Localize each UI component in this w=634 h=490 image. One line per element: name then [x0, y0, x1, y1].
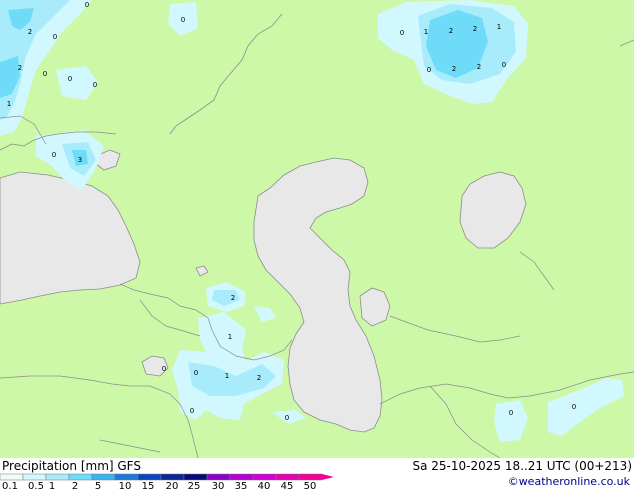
legend-tick-label: 30: [212, 481, 225, 490]
precip-value: 3: [78, 156, 82, 164]
legend-swatch: [137, 473, 162, 481]
precip-value: 0: [162, 365, 166, 373]
legend-swatch: [0, 473, 24, 481]
precip-value: 0: [400, 29, 404, 37]
precip-value: 1: [497, 23, 501, 31]
precip-value: 0: [194, 369, 198, 377]
precip-value: 2: [477, 63, 481, 71]
legend-tick-label: 2: [72, 481, 78, 490]
map-title: Precipitation [mm] GFS: [2, 459, 141, 473]
footer-bar: Precipitation [mm] GFS Sa 25-10-2025 18.…: [0, 458, 634, 490]
legend-swatch: [114, 473, 139, 481]
precip-value: 1: [7, 100, 11, 108]
legend-swatch: [160, 473, 185, 481]
legend-arrow: [322, 474, 334, 480]
legend-tick-label: 25: [188, 481, 201, 490]
precip-value: 0: [85, 1, 89, 9]
precip-value: 2: [28, 28, 32, 36]
legend-swatch: [275, 473, 300, 481]
precip-value: 0: [68, 75, 72, 83]
color-scale-legend: 0.1 0.5 1 2 5 10 15 20 25 30 35 40 45 50: [0, 473, 334, 490]
legend-tick-label: 20: [166, 481, 179, 490]
legend-swatch: [206, 473, 231, 481]
legend-tick-label: 45: [281, 481, 294, 490]
precip-value: 2: [452, 65, 456, 73]
precip-value: 1: [228, 333, 232, 341]
precip-value: 0: [181, 16, 185, 24]
legend-tick-label: 35: [235, 481, 248, 490]
legend-tick-label: 50: [304, 481, 317, 490]
valid-time: Sa 25-10-2025 18..21 UTC (00+213): [412, 459, 632, 473]
precip-value: 1: [225, 372, 229, 380]
legend-tick-label: 0.5: [28, 481, 44, 490]
precip-value: 0: [509, 409, 513, 417]
precip-value: 2: [257, 374, 261, 382]
legend-swatch: [252, 473, 277, 481]
precip-value: 2: [231, 294, 235, 302]
precip-value: 0: [502, 61, 506, 69]
credit-link[interactable]: ©weatheronline.co.uk: [508, 475, 630, 488]
precip-value: 2: [18, 64, 22, 72]
legend-tick-label: 15: [142, 481, 155, 490]
legend-swatch: [45, 473, 70, 481]
precip-value: 0: [285, 414, 289, 422]
precip-value: 2: [473, 25, 477, 33]
precip-value: 0: [572, 403, 576, 411]
legend-ticks: 0.1 0.5 1 2 5 10 15 20 25 30 35 40 45 50: [2, 481, 316, 490]
legend-swatch: [229, 473, 254, 481]
map-canvas: 0 0 2 0 2 0 0 0 1 0 3 0 1 2 2 1 0 2 2 0 …: [0, 0, 634, 458]
legend-swatch: [91, 473, 116, 481]
legend-swatch: [298, 473, 323, 481]
precip-value: 1: [424, 28, 428, 36]
legend-swatch: [68, 473, 93, 481]
legend-swatch: [183, 473, 208, 481]
legend-tick-label: 10: [119, 481, 132, 490]
legend-tick-label: 40: [258, 481, 271, 490]
precip-value: 0: [43, 70, 47, 78]
legend-tick-label: 1: [49, 481, 55, 490]
precip-value: 0: [190, 407, 194, 415]
legend-tick-label: 5: [95, 481, 101, 490]
legend-tick-label: 0.1: [2, 481, 18, 490]
precip-value: 0: [427, 66, 431, 74]
precip-value: 0: [53, 33, 57, 41]
legend-swatches: [0, 473, 334, 481]
precip-value: 0: [93, 81, 97, 89]
precipitation-map: 0 0 2 0 2 0 0 0 1 0 3 0 1 2 2 1 0 2 2 0 …: [0, 0, 634, 458]
precip-value: 2: [449, 27, 453, 35]
precip-value: 0: [52, 151, 56, 159]
legend-swatch: [22, 473, 47, 481]
